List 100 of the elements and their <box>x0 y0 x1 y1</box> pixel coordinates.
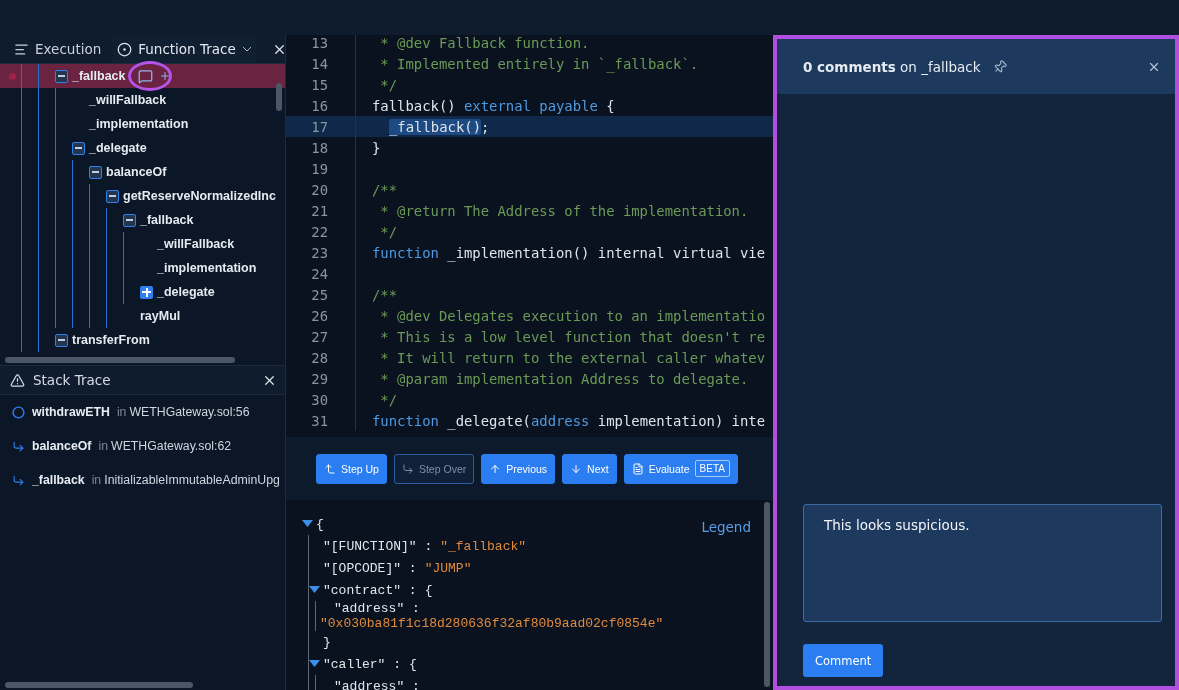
debug-button[interactable]: Previous <box>481 453 556 484</box>
json-key: "caller" : <box>323 656 401 672</box>
debug-button[interactable]: Next <box>562 453 617 484</box>
panel-title: Stack Trace <box>33 372 111 388</box>
beta-badge: BETA <box>694 460 730 477</box>
function-name: _implementation <box>89 117 189 131</box>
function-name: getReserveNormalizedInc <box>123 189 276 203</box>
json-key: "[FUNCTION]" : <box>323 538 433 554</box>
line-number: 27 <box>310 328 328 345</box>
line-number: 19 <box>310 160 328 177</box>
comment-button[interactable]: Comment <box>803 644 884 677</box>
file-location: WETHGateway.sol:62 <box>111 439 232 453</box>
collapse-toggle[interactable] <box>55 333 68 347</box>
trace-row[interactable]: transferFrom <box>0 328 285 352</box>
code-text: */ <box>379 223 398 240</box>
panel-tab[interactable]: Function Trace <box>113 35 256 63</box>
brace: { <box>409 656 417 672</box>
scrollbar[interactable] <box>764 502 770 687</box>
expand-caret-icon[interactable] <box>309 660 323 668</box>
corner-arrow-icon <box>324 462 336 475</box>
trace-row[interactable]: _willFallback <box>0 232 285 256</box>
code-text: } <box>372 139 381 156</box>
selected-code: _fallback() <box>389 118 481 135</box>
function-name: withdrawETH <box>32 405 110 419</box>
trace-row[interactable]: rayMul <box>0 304 285 328</box>
line-number: 15 <box>310 76 328 93</box>
comment-field[interactable]: This looks suspicious. <box>803 504 1162 622</box>
code-text: implementation) inte <box>596 412 766 429</box>
collapse-toggle[interactable] <box>55 69 68 83</box>
file-location: WETHGateway.sol:56 <box>129 405 250 419</box>
brace: { <box>424 582 433 598</box>
function-name: _implementation <box>157 261 257 275</box>
json-value: "JUMP" <box>424 560 472 576</box>
chevron-down-icon[interactable] <box>241 46 252 52</box>
brace: } <box>323 634 331 650</box>
return-arrow-icon <box>12 439 25 453</box>
code-text: * @dev Delegates execution to an implementatio <box>379 307 766 324</box>
arrow-up-icon <box>489 462 502 475</box>
line-number: 24 <box>310 265 328 282</box>
trace-row[interactable]: _fallback <box>0 64 285 88</box>
scrollbar[interactable] <box>5 682 193 688</box>
trace-row[interactable]: _implementation <box>0 112 285 136</box>
json-value: "_fallback" <box>440 538 527 554</box>
expand-toggle[interactable] <box>140 285 153 299</box>
code-text: address <box>530 412 590 429</box>
stack-frame[interactable]: _fallback in InitializableImmutableAdminUpg <box>0 463 285 497</box>
comment-icon[interactable] <box>137 68 153 84</box>
trace-row[interactable]: getReserveNormalizedInc <box>0 184 285 208</box>
function-name: balanceOf <box>106 165 167 179</box>
code-text: function <box>372 244 439 261</box>
breakpoint-dot <box>9 73 16 80</box>
brace: { <box>316 516 324 532</box>
code-text: external payable <box>464 97 598 114</box>
trace-row[interactable]: balanceOf <box>0 160 285 184</box>
scrollbar[interactable] <box>5 357 235 363</box>
comments-title: 0 comments on _fallback <box>803 58 981 75</box>
debug-button[interactable]: Step Up <box>316 453 387 484</box>
stack-frame[interactable]: withdrawETH in WETHGateway.sol:56 <box>0 395 285 429</box>
legend-link[interactable]: Legend <box>701 519 751 535</box>
function-name: _willFallback <box>89 93 167 107</box>
trace-row[interactable]: _willFallback <box>0 88 285 112</box>
collapse-toggle[interactable] <box>72 141 85 155</box>
arrow-down-icon <box>570 462 583 475</box>
line-number: 25 <box>310 286 328 303</box>
function-name: _willFallback <box>157 237 235 251</box>
return-arrow-icon <box>12 473 25 487</box>
function-name: _fallback <box>32 473 85 487</box>
line-number: 16 <box>310 97 328 114</box>
line-number: 21 <box>310 202 328 219</box>
debug-button[interactable]: Evaluate BETA <box>623 453 738 484</box>
trace-row[interactable]: _fallback <box>0 208 285 232</box>
code-text: fallback() <box>372 97 457 114</box>
code-text: * Implemented entirely in `_fallback`. <box>379 55 699 72</box>
circle-icon <box>12 405 25 419</box>
add-icon[interactable] <box>158 70 171 82</box>
panel-tab[interactable]: Execution <box>10 35 106 63</box>
line-number: 23 <box>310 244 328 261</box>
code-text: */ <box>379 76 398 93</box>
scrollbar[interactable] <box>276 83 282 111</box>
stack-frame[interactable]: balanceOf in WETHGateway.sol:62 <box>0 429 285 463</box>
json-key: "[OPCODE]" : <box>323 560 417 576</box>
in-label: in <box>116 405 127 419</box>
code-text: * This is a low level function that doesn't re <box>379 328 766 345</box>
expand-caret-icon[interactable] <box>302 520 316 528</box>
expand-caret-icon[interactable] <box>309 586 323 594</box>
function-name: balanceOf <box>32 439 92 453</box>
code-text: */ <box>379 391 398 408</box>
line-number: 22 <box>310 223 328 240</box>
json-key: "address" : <box>334 678 420 690</box>
code-text: ; <box>481 118 490 135</box>
function-name: _fallback <box>140 213 194 227</box>
collapse-toggle[interactable] <box>106 189 119 203</box>
trace-row[interactable]: _implementation <box>0 256 285 280</box>
collapse-toggle[interactable] <box>123 213 136 227</box>
trace-row[interactable]: _delegate <box>0 280 285 304</box>
collapse-toggle[interactable] <box>89 165 102 179</box>
code-text: /** <box>372 286 398 303</box>
json-key: "contract" : <box>323 582 417 598</box>
code-text: /** <box>372 181 398 198</box>
trace-row[interactable]: _delegate <box>0 136 285 160</box>
